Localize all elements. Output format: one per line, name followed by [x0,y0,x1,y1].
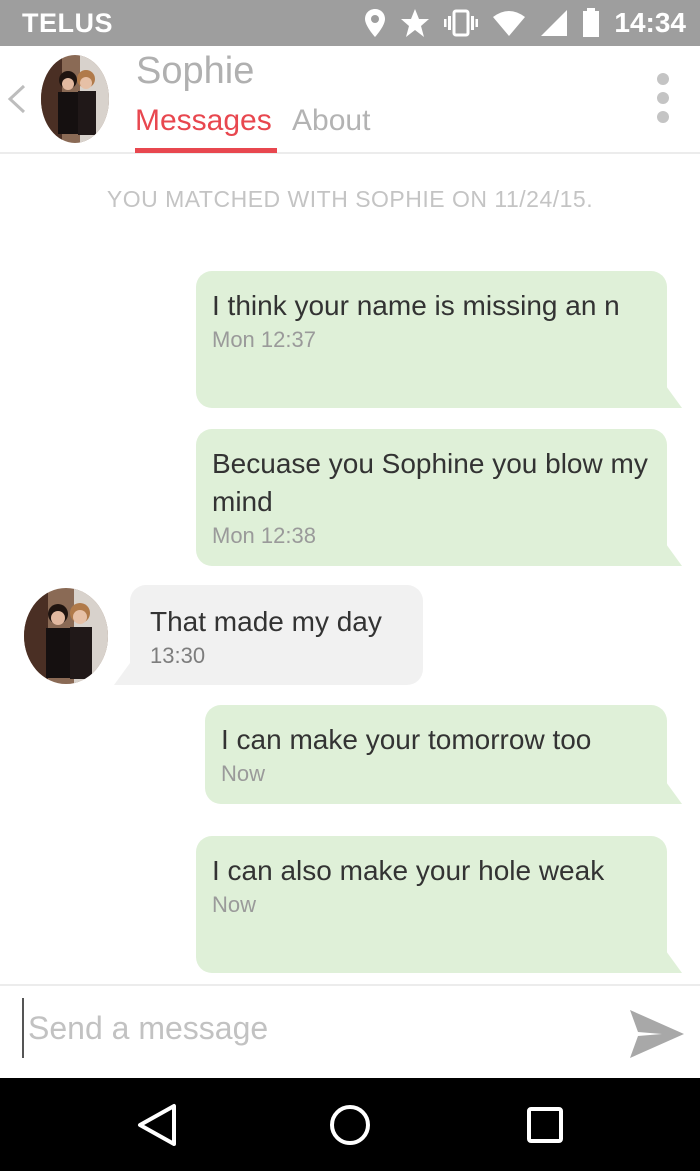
active-tab-indicator [135,148,277,153]
message-text: I can also make your hole weak [212,855,605,886]
contact-avatar-small[interactable] [22,586,110,686]
home-nav-icon[interactable] [327,1102,373,1148]
status-icons: 14:34 [364,6,686,40]
message-composer [0,984,700,1080]
match-notice: YOU MATCHED WITH SOPHIE ON 11/24/15. [106,186,594,212]
message-timestamp: Now [212,892,257,917]
message-bubble-incoming[interactable]: That made my day 13:30 [130,585,423,685]
message-bubble-outgoing[interactable]: I think your name is missing an n Mon 12… [196,271,667,408]
battery-icon [583,8,600,37]
location-icon [365,9,386,37]
back-chevron-icon[interactable] [6,84,28,114]
tab-about[interactable]: About [292,104,370,138]
more-options-icon[interactable] [656,72,670,124]
message-bubble-outgoing[interactable]: I can make your tomorrow too Now [205,705,667,804]
bubble-tail [640,386,682,408]
chat-header: Sophie Messages About [0,46,700,154]
wifi-icon [493,11,526,36]
message-input[interactable] [22,998,608,1058]
message-timestamp: 13:30 [150,643,206,668]
message-timestamp: Mon 12:38 [212,523,316,548]
vibrate-icon [444,9,479,37]
message-text: That made my day [150,606,382,637]
message-text: I can make your tomorrow too [221,724,592,755]
recents-nav-icon[interactable] [522,1102,568,1148]
star-icon [401,9,430,37]
clock: 14:34 [614,7,686,38]
back-nav-icon[interactable] [134,1102,180,1148]
bubble-tail [114,663,154,685]
bubble-tail [640,782,682,804]
tab-messages[interactable]: Messages [135,104,272,138]
status-bar: TELUS 14:34 [0,0,700,46]
signal-icon [541,10,568,36]
message-bubble-outgoing[interactable]: I can also make your hole weak Now [196,836,667,973]
message-timestamp: Now [221,761,266,786]
message-text: I think your name is missing an n [212,290,620,321]
system-nav-bar [0,1078,700,1171]
message-text: Becuase you Sophine you blow my mind [212,448,648,517]
bubble-tail [640,951,682,973]
carrier-name: TELUS [22,8,114,38]
message-timestamp: Mon 12:37 [212,327,316,352]
message-bubble-outgoing[interactable]: Becuase you Sophine you blow my mind Mon… [196,429,667,566]
contact-avatar[interactable] [40,54,110,144]
bubble-tail [640,544,682,566]
contact-name: Sophie [136,50,255,92]
send-icon[interactable] [628,1008,686,1060]
